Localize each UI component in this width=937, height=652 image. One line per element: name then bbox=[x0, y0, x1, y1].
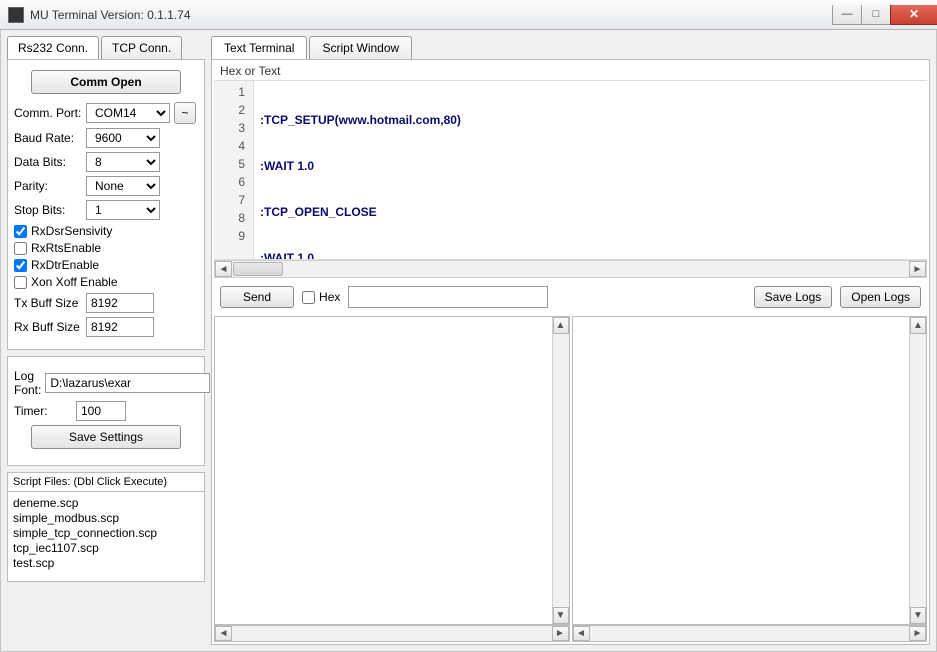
comm-port-select[interactable]: COM14 bbox=[86, 103, 170, 123]
autocomplete-dropdown[interactable]: :SEND_HEX_CRC(01 03 00 02 00 02 ) :COMM_… bbox=[352, 246, 716, 259]
logfont-input[interactable] bbox=[45, 373, 210, 393]
rxdsr-label: RxDsrSensivity bbox=[31, 224, 112, 238]
editor-hscrollbar[interactable]: ◄ ► bbox=[214, 260, 927, 278]
scroll-down-icon[interactable]: ▼ bbox=[910, 607, 926, 624]
rxdtr-checkbox[interactable] bbox=[14, 259, 27, 272]
baud-rate-select[interactable]: 9600 bbox=[86, 128, 160, 148]
open-logs-button[interactable]: Open Logs bbox=[840, 286, 921, 308]
hscrollbar[interactable]: ◄► bbox=[572, 625, 928, 642]
list-item[interactable]: simple_tcp_connection.scp bbox=[13, 526, 199, 540]
scroll-right-icon[interactable]: ► bbox=[552, 626, 569, 641]
rxbuf-input[interactable] bbox=[86, 317, 154, 337]
code-editor[interactable]: 123456789 :TCP_SETUP(www.hotmail.com,80)… bbox=[214, 80, 927, 260]
scroll-thumb[interactable] bbox=[233, 262, 283, 276]
baud-rate-label: Baud Rate: bbox=[14, 131, 82, 145]
xon-checkbox[interactable] bbox=[14, 276, 27, 289]
comm-open-button[interactable]: Comm Open bbox=[31, 70, 181, 94]
scroll-right-icon[interactable]: ► bbox=[909, 261, 926, 277]
list-item[interactable]: tcp_iec1107.scp bbox=[13, 541, 199, 555]
title-bar: MU Terminal Version: 0.1.1.74 — □ ✕ bbox=[0, 0, 937, 30]
scroll-left-icon[interactable]: ◄ bbox=[215, 626, 232, 641]
tab-script-window[interactable]: Script Window bbox=[309, 36, 412, 59]
code-line[interactable]: :WAIT 1.0 bbox=[260, 157, 921, 175]
minimize-button[interactable]: — bbox=[832, 5, 862, 25]
parity-label: Parity: bbox=[14, 179, 82, 193]
data-bits-select[interactable]: 8 bbox=[86, 152, 160, 172]
send-button[interactable]: Send bbox=[220, 286, 294, 308]
window-title: MU Terminal Version: 0.1.1.74 bbox=[30, 8, 832, 22]
xon-label: Xon Xoff Enable bbox=[31, 275, 118, 289]
hex-label: Hex bbox=[319, 290, 340, 304]
parity-select[interactable]: None bbox=[86, 176, 160, 196]
close-icon: ✕ bbox=[909, 7, 919, 21]
rxrts-checkbox[interactable] bbox=[14, 242, 27, 255]
stop-bits-label: Stop Bits: bbox=[14, 203, 82, 217]
tab-tcp[interactable]: TCP Conn. bbox=[101, 36, 182, 59]
txbuf-label: Tx Buff Size bbox=[14, 296, 82, 310]
rxrts-label: RxRtsEnable bbox=[31, 241, 101, 255]
scroll-left-icon[interactable]: ◄ bbox=[215, 261, 232, 277]
scroll-down-icon[interactable]: ▼ bbox=[553, 607, 569, 624]
scroll-up-icon[interactable]: ▲ bbox=[553, 317, 569, 334]
vscrollbar[interactable]: ▲ ▼ bbox=[909, 317, 926, 624]
scroll-right-icon[interactable]: ► bbox=[909, 626, 926, 641]
txbuf-input[interactable] bbox=[86, 293, 154, 313]
maximize-icon: □ bbox=[873, 8, 880, 20]
timer-label: Timer: bbox=[14, 404, 72, 418]
minimize-icon: — bbox=[842, 8, 853, 20]
scroll-up-icon[interactable]: ▲ bbox=[910, 317, 926, 334]
vscrollbar[interactable]: ▲ ▼ bbox=[552, 317, 569, 624]
code-line[interactable]: :TCP_OPEN_CLOSE bbox=[260, 203, 921, 221]
scroll-left-icon[interactable]: ◄ bbox=[573, 626, 590, 641]
list-item[interactable]: simple_modbus.scp bbox=[13, 511, 199, 525]
logfont-label: Log Font: bbox=[14, 369, 41, 397]
timer-input[interactable] bbox=[76, 401, 126, 421]
save-logs-button[interactable]: Save Logs bbox=[754, 286, 833, 308]
hex-or-text-label: Hex or Text bbox=[214, 62, 927, 80]
list-item[interactable]: deneme.scp bbox=[13, 496, 199, 510]
stop-bits-select[interactable]: 1 bbox=[86, 200, 160, 220]
rxdtr-label: RxDtrEnable bbox=[31, 258, 99, 272]
output-pane-right[interactable]: ▲ ▼ bbox=[572, 316, 928, 625]
script-files-list[interactable]: deneme.scp simple_modbus.scp simple_tcp_… bbox=[7, 492, 205, 582]
list-item[interactable]: test.scp bbox=[13, 556, 199, 570]
data-bits-label: Data Bits: bbox=[14, 155, 82, 169]
app-icon bbox=[8, 7, 24, 23]
code-line[interactable]: :TCP_SETUP(www.hotmail.com,80) bbox=[260, 111, 921, 129]
send-input[interactable] bbox=[348, 286, 548, 308]
hscrollbar[interactable]: ◄► bbox=[214, 625, 570, 642]
save-settings-button[interactable]: Save Settings bbox=[31, 425, 181, 449]
code-area[interactable]: :TCP_SETUP(www.hotmail.com,80) :WAIT 1.0… bbox=[254, 81, 927, 259]
maximize-button[interactable]: □ bbox=[861, 5, 891, 25]
hex-checkbox[interactable] bbox=[302, 291, 315, 304]
close-button[interactable]: ✕ bbox=[890, 5, 937, 25]
comm-port-label: Comm. Port: bbox=[14, 106, 82, 120]
tab-rs232[interactable]: Rs232 Conn. bbox=[7, 36, 99, 59]
rxbuf-label: Rx Buff Size bbox=[14, 320, 82, 334]
line-gutter: 123456789 bbox=[214, 81, 254, 259]
output-pane-left[interactable]: ▲ ▼ bbox=[214, 316, 570, 625]
script-files-header: Script Files: (Dbl Click Execute) bbox=[7, 472, 205, 492]
comm-scan-button[interactable]: ~ bbox=[174, 102, 196, 124]
tab-text-terminal[interactable]: Text Terminal bbox=[211, 36, 307, 59]
rxdsr-checkbox[interactable] bbox=[14, 225, 27, 238]
